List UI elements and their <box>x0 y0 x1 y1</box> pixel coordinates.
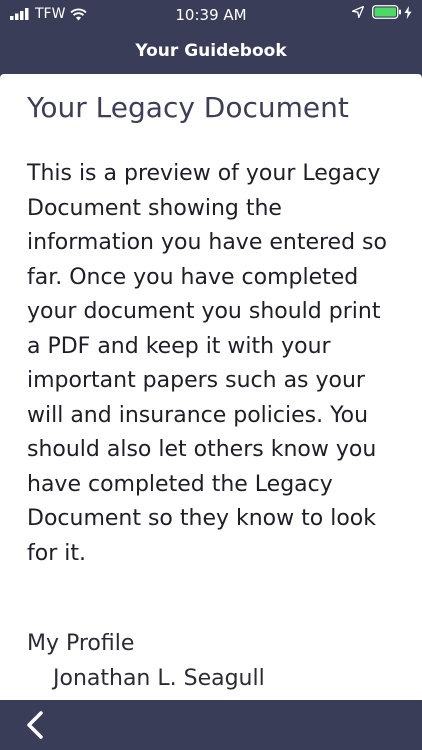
page-title: Your Legacy Document <box>27 91 349 124</box>
charging-bolt-icon <box>404 5 412 19</box>
nav-bar: Your Guidebook <box>0 30 422 74</box>
location-arrow-icon <box>352 6 364 18</box>
status-bar: TFW 10:39 AM <box>0 0 422 30</box>
battery-icon <box>372 5 401 19</box>
description-text: This is a preview of your Legacy Documen… <box>27 161 387 566</box>
profile-label: My Profile <box>27 631 135 656</box>
profile-name: Jonathan L. Seagull <box>53 666 265 691</box>
nav-title: Your Guidebook <box>135 41 287 61</box>
battery-group <box>372 5 412 19</box>
chevron-left-icon <box>27 711 43 739</box>
content-panel: Your Legacy Document This is a preview o… <box>0 74 422 700</box>
back-button[interactable] <box>18 708 52 742</box>
bottom-toolbar <box>0 700 422 750</box>
status-right <box>352 5 412 19</box>
